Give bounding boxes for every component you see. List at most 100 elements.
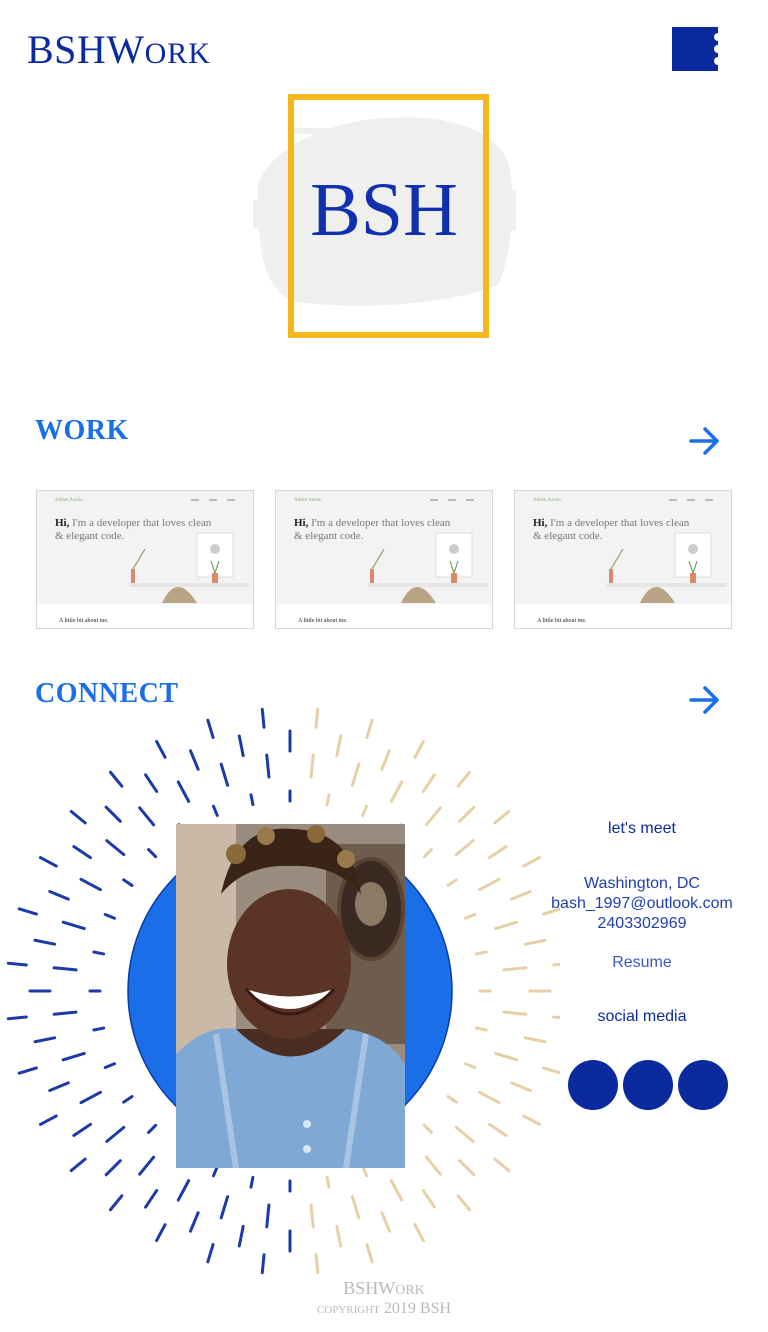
burst-stroke xyxy=(176,1179,191,1202)
burst-stroke xyxy=(237,1224,245,1248)
burst-stroke xyxy=(493,1157,511,1173)
burst-stroke xyxy=(104,805,122,823)
burst-stroke xyxy=(144,773,159,793)
project-thumbnail-1[interactable]: Adden Austin Hi, I'm a developer that lo… xyxy=(36,490,254,629)
burst-stroke xyxy=(105,839,126,857)
desk-scene-image xyxy=(129,532,249,603)
burst-stroke xyxy=(189,1211,200,1233)
burst-stroke xyxy=(79,877,102,892)
burst-stroke xyxy=(523,1036,547,1044)
project-thumbnail-2[interactable]: Adden Austin Hi, I'm a developer that lo… xyxy=(275,490,493,629)
burst-stroke xyxy=(523,938,547,946)
burst-stroke xyxy=(478,877,501,892)
burst-stroke xyxy=(138,1155,156,1176)
burst-stroke xyxy=(389,780,404,803)
burst-stroke xyxy=(260,1253,266,1275)
burst-stroke xyxy=(144,1189,159,1209)
desk-scene-image xyxy=(368,532,488,603)
burst-stroke xyxy=(33,1036,57,1044)
burst-stroke xyxy=(92,950,106,956)
burst-stroke xyxy=(361,804,369,817)
burst-stroke xyxy=(350,762,361,787)
burst-stroke xyxy=(72,845,92,860)
burst-stroke xyxy=(446,1095,458,1104)
burst-stroke xyxy=(38,856,58,868)
brand-rest: ork xyxy=(144,37,211,70)
burst-stroke xyxy=(309,1203,315,1229)
thumb-nav-brand: Adden Austin xyxy=(533,498,561,503)
profile-photo xyxy=(176,824,405,1168)
burst-stroke xyxy=(155,739,167,759)
burst-stroke xyxy=(103,1062,116,1070)
burst-stroke xyxy=(325,1175,331,1189)
burst-stroke xyxy=(464,912,477,920)
resume-link[interactable]: Resume xyxy=(540,954,744,972)
burst-stroke xyxy=(265,753,271,779)
burst-stroke xyxy=(474,950,488,956)
thumb-subheading: A little bit about me. xyxy=(298,618,348,624)
thumb-nav-links xyxy=(430,499,474,501)
burst-stroke xyxy=(105,1125,126,1143)
burst-stroke xyxy=(219,762,230,787)
burst-stroke xyxy=(464,1062,477,1070)
burst-stroke xyxy=(69,1157,87,1173)
burst-stroke xyxy=(488,845,508,860)
burst-stroke xyxy=(422,848,433,859)
burst-stroke xyxy=(206,1243,215,1264)
burst-stroke xyxy=(6,961,28,967)
burst-stroke xyxy=(48,1081,70,1092)
burst-stroke xyxy=(510,890,532,901)
burst-stroke xyxy=(380,1211,391,1233)
burst-stroke xyxy=(206,718,215,739)
brand-logo-text[interactable]: BSHWork xyxy=(27,30,211,70)
burst-stroke xyxy=(413,739,425,759)
burst-stroke xyxy=(52,1010,78,1016)
footer-copyright: copyright 2019 BSH xyxy=(316,1300,452,1317)
burst-stroke xyxy=(6,1015,28,1021)
burst-stroke xyxy=(314,707,320,729)
burst-stroke xyxy=(454,1125,475,1143)
thumb-subheading: A little bit about me. xyxy=(59,618,109,624)
burst-stroke xyxy=(510,1081,532,1092)
burst-stroke xyxy=(147,1123,158,1134)
social-media-label: social media xyxy=(597,1008,687,1025)
brand-main: BSHW xyxy=(27,27,145,72)
burst-stroke xyxy=(456,1194,472,1212)
phone-link[interactable]: 2403302969 xyxy=(540,914,744,934)
work-title: WORK xyxy=(35,415,129,446)
burst-stroke xyxy=(72,1122,92,1137)
burst-stroke xyxy=(33,938,57,946)
menu-icon[interactable] xyxy=(672,27,722,71)
burst-stroke xyxy=(17,1066,38,1075)
project-thumbnail-3[interactable]: Adden Austin Hi, I'm a developer that lo… xyxy=(514,490,732,629)
burst-stroke xyxy=(446,878,458,887)
burst-stroke xyxy=(456,770,472,788)
burst-stroke xyxy=(413,1223,425,1243)
burst-stroke xyxy=(108,770,124,788)
burst-stroke xyxy=(474,1026,488,1032)
burst-stroke xyxy=(61,1051,86,1062)
social-icon-1[interactable] xyxy=(568,1060,618,1110)
social-icon-2[interactable] xyxy=(623,1060,673,1110)
burst-stroke xyxy=(488,1122,508,1137)
burst-stroke xyxy=(48,890,70,901)
burst-stroke xyxy=(494,1051,519,1062)
burst-stroke xyxy=(380,749,391,771)
email-link[interactable]: bash_1997@outlook.com xyxy=(540,894,744,914)
burst-stroke xyxy=(38,1114,58,1126)
thumb-nav-links xyxy=(191,499,235,501)
arrow-right-icon[interactable] xyxy=(688,685,722,715)
logo-text: BSH xyxy=(310,168,458,252)
thumb-nav-links xyxy=(669,499,713,501)
burst-stroke xyxy=(365,1243,374,1264)
burst-stroke xyxy=(424,1155,442,1176)
burst-stroke xyxy=(522,856,542,868)
burst-stroke xyxy=(155,1223,167,1243)
bsh-logo: BSH xyxy=(253,94,516,338)
burst-stroke xyxy=(493,809,511,825)
burst-stroke xyxy=(211,804,219,817)
burst-stroke xyxy=(52,966,78,972)
social-icon-3[interactable] xyxy=(678,1060,728,1110)
arrow-right-icon[interactable] xyxy=(688,426,722,456)
burst-stroke xyxy=(478,1090,501,1105)
